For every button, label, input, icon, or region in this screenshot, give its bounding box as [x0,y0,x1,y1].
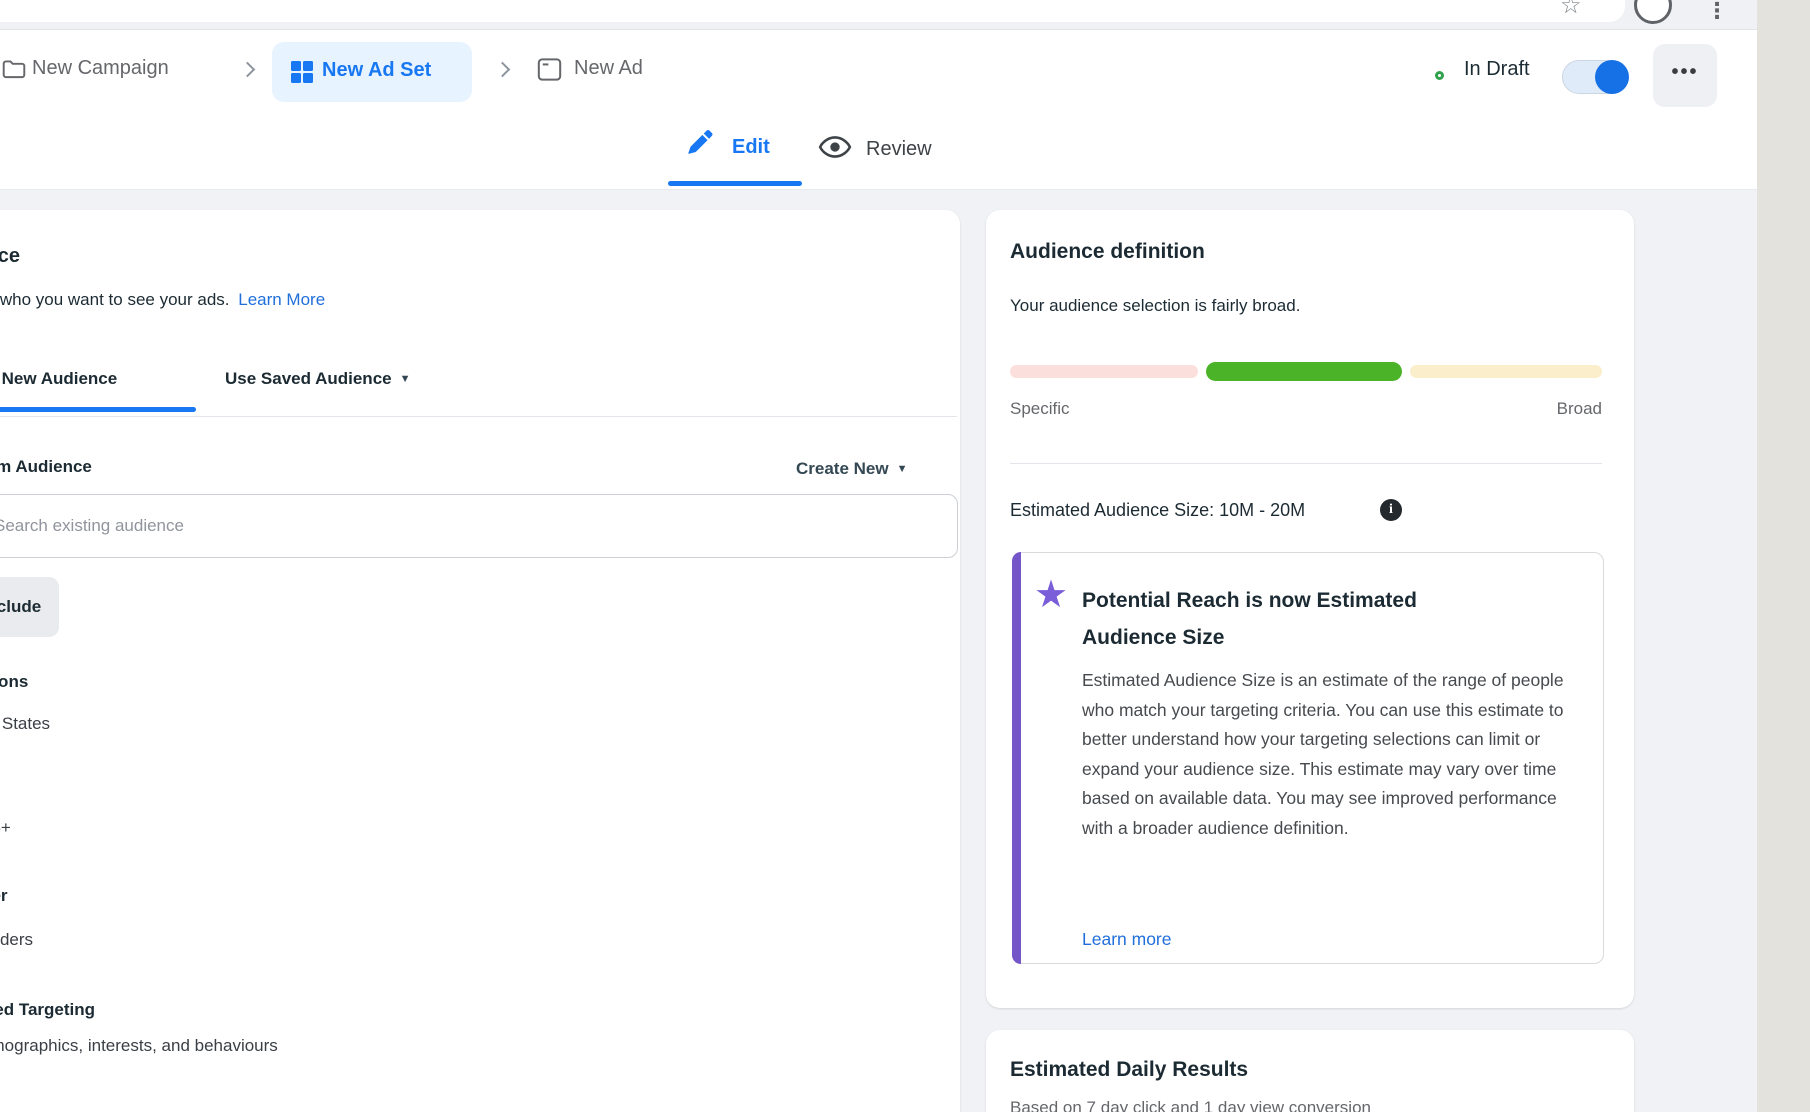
estimated-daily-results-title: Estimated Daily Results [1010,1058,1248,1082]
info-icon[interactable]: i [1380,499,1402,521]
gender-label: Gender [0,886,8,906]
tab-create-new-audience[interactable]: Create New Audience [0,369,117,389]
audience-tab-underline [0,407,196,412]
publish-toggle[interactable] [1562,60,1628,94]
callout-accent-bar [1012,552,1021,964]
audience-subtitle-text: Define who you want to see your ads. [0,290,230,309]
gauge-label-broad: Broad [1500,399,1602,419]
more-options-button[interactable]: ••• [1653,44,1717,107]
gauge-segment-specific [1010,365,1198,378]
estimated-daily-results-subtext: Based on 7 day click and 1 day view conv… [1010,1098,1371,1112]
gauge-label-specific: Specific [1010,399,1070,419]
create-new-dropdown[interactable]: Create New ▼ [796,459,908,479]
callout-body: Estimated Audience Size is an estimate o… [1082,666,1568,843]
locations-value: United States [0,714,50,734]
detailed-targeting-value: All demographics, interests, and behavio… [0,1036,278,1056]
breadcrumb-new-campaign[interactable]: New Campaign [32,57,169,80]
definition-divider [1010,463,1602,464]
ad-frame-icon [536,56,563,83]
chevron-down-icon: ▼ [897,463,908,475]
detailed-targeting-label: Detailed Targeting [0,1000,95,1020]
age-value: 18 - 65+ [0,818,11,838]
tab-review[interactable]: Review [866,138,932,161]
gauge-segment-broad [1410,365,1602,378]
star-icon: ★ [1034,572,1068,617]
profile-avatar-icon[interactable] [1634,0,1672,24]
callout-title: Potential Reach is now Estimated Audienc… [1082,582,1492,656]
toggle-knob[interactable] [1595,60,1629,94]
callout-learn-more-link[interactable]: Learn more [1082,929,1172,950]
address-bar[interactable] [0,0,1625,22]
draft-status-icon [1435,71,1444,80]
draft-status-label: In Draft [1464,58,1530,81]
tab-use-saved-audience-label: Use Saved Audience [225,369,392,388]
audience-definition-subtitle: Your audience selection is fairly broad. [1010,296,1300,316]
breadcrumb-new-ad[interactable]: New Ad [574,57,643,80]
tab-edit[interactable]: Edit [732,136,770,159]
locations-label: Locations [0,672,28,692]
learn-more-link[interactable]: Learn More [238,290,325,309]
create-new-label: Create New [796,459,889,478]
custom-audience-label: Custom Audience [0,457,92,477]
audience-tab-divider [0,416,957,417]
exclude-button[interactable]: Exclude [0,577,59,637]
desktop-edge-strip [1757,0,1810,1112]
chevron-down-icon: ▼ [400,373,411,385]
audience-subtitle: Define who you want to see your ads. Lea… [0,290,325,310]
bookmark-star-icon[interactable]: ☆ [1560,0,1582,20]
audience-heading: Audience [0,245,20,268]
estimated-audience-size: Estimated Audience Size: 10M - 20M [1010,500,1305,521]
folder-icon [1,56,27,82]
gauge-segment-current [1206,362,1402,381]
search-audience-input[interactable] [0,494,958,558]
audience-card [0,210,960,1112]
browser-menu-icon[interactable]: ⋮ [1706,0,1728,24]
audience-definition-title: Audience definition [1010,240,1205,264]
breadcrumb-new-ad-set-label[interactable]: New Ad Set [322,59,431,82]
pencil-icon [686,128,716,158]
active-tab-underline [668,181,802,186]
adset-grid-icon [290,60,314,84]
gender-value: All genders [0,930,33,950]
browser-toolbar: ☆ ⋮ [0,0,1810,30]
ads-manager-screen: ☆ ⋮ New Campaign New Ad Set New Ad In Dr… [0,0,1810,1112]
eye-icon [818,134,852,160]
tab-use-saved-audience[interactable]: Use Saved Audience ▼ [225,369,411,389]
